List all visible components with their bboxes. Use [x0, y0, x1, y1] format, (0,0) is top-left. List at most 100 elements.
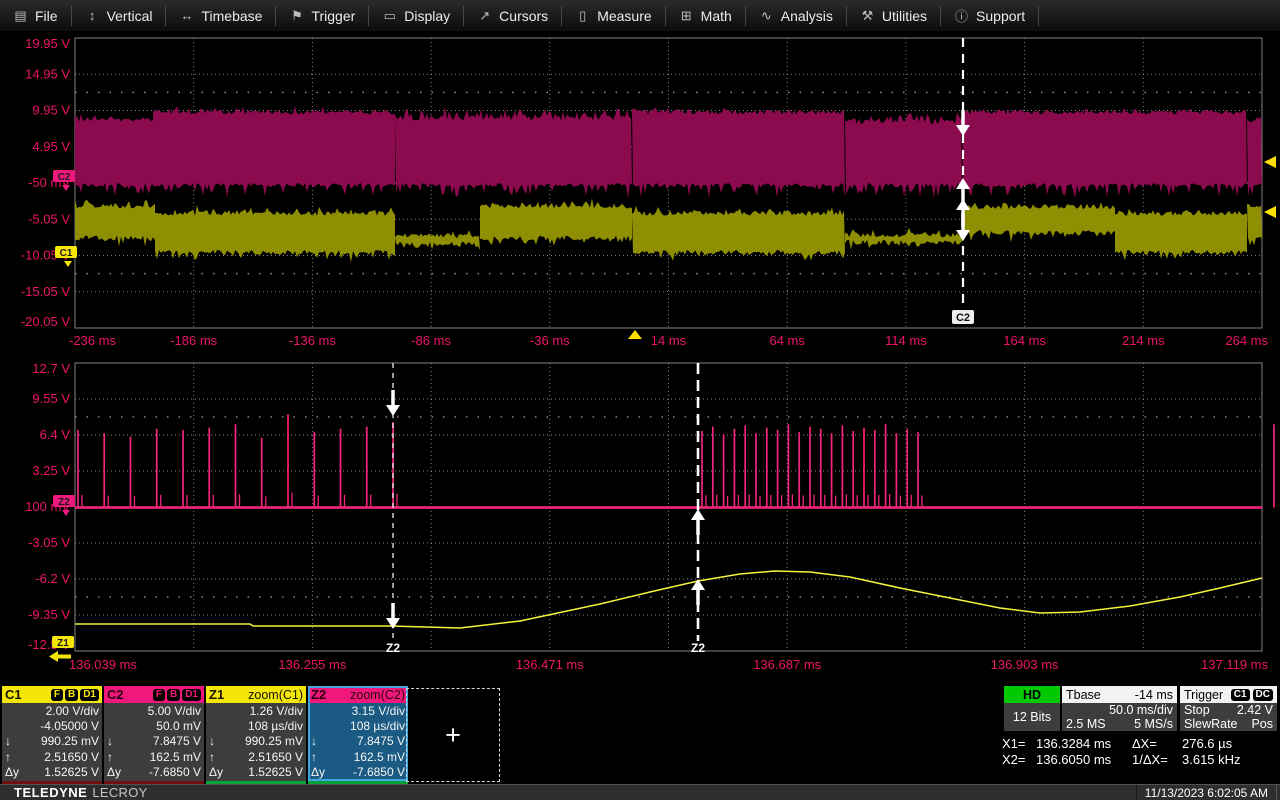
- analysis-wave-icon: ∿: [759, 8, 774, 24]
- menu-item-support[interactable]: ⓘSupport: [941, 0, 1038, 31]
- row-value: 7.8475 V: [329, 734, 405, 749]
- menu-item-label: Timebase: [201, 8, 262, 24]
- row-prefix: ↑: [311, 750, 329, 765]
- row-value: 1.52625 V: [227, 765, 303, 780]
- channel-badge: B: [167, 689, 180, 701]
- tbase-scale: 50.0 ms/div: [1109, 703, 1173, 717]
- row-prefix: ↓: [5, 734, 23, 749]
- right-edge-marker: [1264, 206, 1276, 218]
- row-prefix: [311, 704, 329, 719]
- trigger-mode: Stop: [1184, 703, 1210, 717]
- channel-tag-label: C1: [60, 248, 73, 259]
- main-y-tick: 9.95 V: [32, 103, 70, 118]
- timebase-box[interactable]: Tbase -14 ms 50.0 ms/div 2.5 MS 5 MS/s: [1062, 686, 1177, 731]
- menu-item-measure[interactable]: ▯ Measure: [562, 0, 664, 31]
- calculator-icon: ⊞: [679, 8, 694, 24]
- menu-item-trigger[interactable]: ⚑Trigger: [276, 0, 368, 31]
- trigger-box[interactable]: Trigger C1 DC Stop 2.42 V SlewRate Pos: [1180, 686, 1277, 731]
- main-x-tick: 114 ms: [885, 333, 927, 348]
- plus-icon: +: [445, 720, 461, 751]
- scope-display: -236 ms-186 ms-136 ms-86 ms-36 ms14 ms64…: [0, 0, 1280, 800]
- main-x-tick: 214 ms: [1122, 333, 1165, 348]
- channel-tag-label: C2: [58, 172, 71, 183]
- main-y-tick: -5.05 V: [28, 211, 70, 226]
- zoom-x-tick: 137.119 ms: [1201, 657, 1268, 672]
- brand-logo: TELEDYNE LECROY: [14, 785, 148, 800]
- row-prefix: Δy: [209, 765, 227, 780]
- menu-item-label: Support: [976, 8, 1025, 24]
- menu-item-analysis[interactable]: ∿Analysis: [746, 0, 846, 31]
- row-prefix: Δy: [107, 765, 125, 780]
- descriptor-box-c2[interactable]: C2FBD15.00 V/div50.0 mV↓7.8475 V↑162.5 m…: [104, 686, 204, 781]
- menu-item-file[interactable]: ▤File: [0, 0, 71, 31]
- descriptor-box-z1[interactable]: Z1zoom(C1)1.26 V/div108 µs/div↓990.25 mV…: [206, 686, 306, 781]
- row-value: 990.25 mV: [227, 734, 303, 749]
- utilities-tools-icon: ⚒: [860, 8, 875, 24]
- zoom-y-tick: -9.35 V: [28, 607, 70, 622]
- menu-item-label: Utilities: [882, 8, 927, 24]
- row-prefix: ↑: [209, 750, 227, 765]
- status-bar: TELEDYNE LECROY 11/13/2023 6:02:05 AM: [0, 784, 1280, 800]
- row-value: 7.8475 V: [125, 734, 201, 749]
- main-x-tick: 64 ms: [769, 333, 805, 348]
- trigger-level: 2.42 V: [1237, 703, 1273, 717]
- menu-item-vertical[interactable]: ↕ Vertical: [72, 0, 166, 31]
- brand-lecroy: LECROY: [92, 785, 147, 800]
- main-x-tick: 164 ms: [1003, 333, 1046, 348]
- cursor-readout: X1= 136.3284 ms ΔX= 276.6 µs X2= 136.605…: [1002, 736, 1278, 767]
- zoom-source-label: zoom(C1): [248, 688, 303, 702]
- vertical-arrows-icon: ↕: [85, 8, 100, 23]
- zoom-y-tick: -6.2 V: [35, 571, 70, 586]
- channel-id: C2: [107, 687, 124, 702]
- trigger-source-badge: C1: [1231, 689, 1250, 701]
- channel-tag-c1[interactable]: C1: [55, 246, 77, 267]
- measure-icon: ▯: [575, 8, 590, 24]
- menu-item-label: Vertical: [107, 8, 153, 24]
- channel-id: Z2: [311, 687, 326, 702]
- menu-item-math[interactable]: ⊞Math: [666, 0, 745, 31]
- row-value: 5.00 V/div: [125, 704, 201, 719]
- datetime: 11/13/2023 6:02:05 AM: [1136, 785, 1277, 800]
- display-icon: ▭: [382, 8, 397, 24]
- row-prefix: ↓: [209, 734, 227, 749]
- acquisition-mode-box[interactable]: HD 12 Bits: [1004, 686, 1060, 731]
- row-value: 108 µs/div: [329, 719, 405, 734]
- row-value: 990.25 mV: [23, 734, 99, 749]
- main-x-tick: 14 ms: [651, 333, 687, 348]
- trigger-slope: Pos: [1251, 717, 1273, 731]
- menu-item-utilities[interactable]: ⚒ Utilities: [847, 0, 940, 31]
- file-icon: ▤: [13, 8, 28, 24]
- descriptor-box-c1[interactable]: C1FBD12.00 V/div-4.05000 V↓990.25 mV↑2.5…: [2, 686, 102, 781]
- dx-value: 276.6 µs: [1182, 736, 1278, 752]
- trigger-time-marker[interactable]: [628, 330, 642, 339]
- menu-item-display[interactable]: ▭Display: [369, 0, 463, 31]
- row-prefix: Δy: [311, 765, 329, 780]
- main-y-tick: -15.05 V: [21, 284, 70, 299]
- row-prefix: ↑: [107, 750, 125, 765]
- trigger-type: SlewRate: [1184, 717, 1238, 731]
- invdx-label: 1/ΔX=: [1132, 752, 1182, 768]
- row-value: 3.15 V/div: [329, 704, 405, 719]
- zoom-source-label: zoom(C2): [350, 688, 405, 702]
- menu-item-timebase[interactable]: ↔Timebase: [166, 0, 275, 31]
- main-x-tick: -236 ms: [69, 333, 116, 348]
- zoom-y-tick: 6.4 V: [40, 427, 71, 442]
- channel-badge: F: [153, 689, 165, 701]
- menu-item-label: Measure: [597, 8, 651, 24]
- channel-tag-label: Z2: [58, 497, 70, 508]
- invdx-value: 3.615 kHz: [1182, 752, 1278, 768]
- menu-item-cursors[interactable]: ↗Cursors: [464, 0, 561, 31]
- x2-value: 136.6050 ms: [1036, 752, 1132, 768]
- menubar: ▤File ↕ Vertical ↔Timebase⚑Trigger▭Display↗…: [0, 0, 1280, 32]
- main-y-tick: -20.05 V: [21, 314, 70, 329]
- channel-badge: D1: [182, 689, 201, 701]
- row-value: 2.51650 V: [23, 750, 99, 765]
- add-trace-box[interactable]: +: [406, 688, 500, 782]
- row-prefix: [107, 719, 125, 734]
- brand-teledyne: TELEDYNE: [14, 785, 87, 800]
- row-prefix: [209, 719, 227, 734]
- channel-badge: D1: [80, 689, 99, 701]
- menu-item-label: Cursors: [499, 8, 548, 24]
- descriptor-box-z2[interactable]: Z2zoom(C2)3.15 V/div108 µs/div↓7.8475 V↑…: [308, 686, 408, 781]
- row-value: 162.5 mV: [329, 750, 405, 765]
